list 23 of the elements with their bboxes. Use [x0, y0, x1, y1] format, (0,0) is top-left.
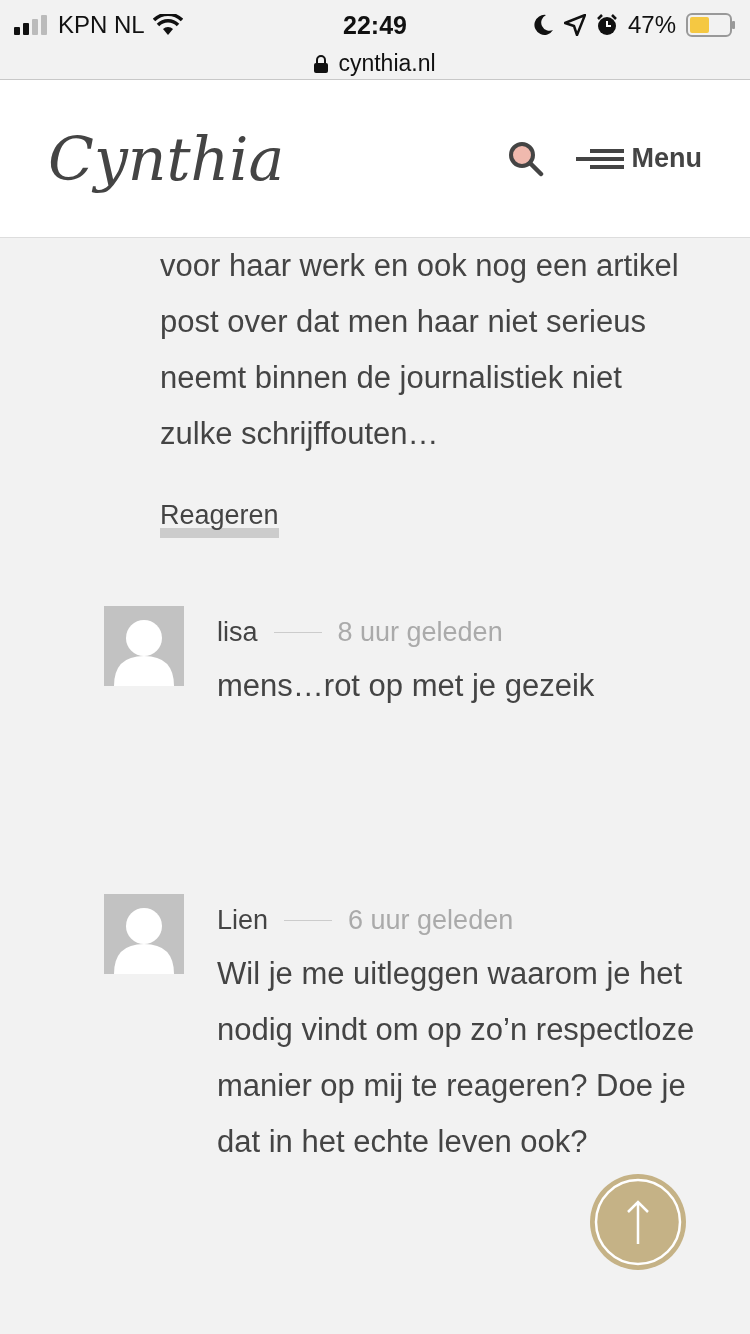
menu-icon — [575, 147, 624, 170]
comment-text: mens…rot op met je gezeik — [217, 667, 596, 705]
lock-icon — [314, 54, 329, 73]
comment-author: Lien — [217, 904, 269, 936]
location-arrow-icon — [563, 14, 586, 36]
site-logo[interactable]: Cynthia — [48, 123, 508, 194]
comment-time: 8 uur geleden — [337, 616, 503, 648]
comment-time: 6 uur geleden — [348, 904, 514, 936]
comment-text: Wil je me uitleggen waarom je het nodig vindt om op zo’n respectloze manier op mij te reageren? Doe je dat in het echte leven ook? — [217, 955, 696, 1161]
moon-icon — [533, 14, 554, 36]
address-bar[interactable]: cynthia.nl — [314, 50, 436, 77]
comment-text: voor haar werk en ook nog een artikel post over dat men haar niet serieus neemt binnen de journalistiek niet zulke schrijffouten… — [160, 247, 680, 453]
carrier-name: KPN NL — [58, 11, 145, 39]
comment-author: lisa — [217, 616, 258, 648]
alarm-clock-icon — [595, 14, 618, 36]
battery-percentage: 47% — [627, 11, 676, 39]
signal-icon — [14, 15, 50, 35]
battery-icon — [686, 13, 736, 37]
wifi-icon — [152, 14, 183, 36]
clock: 22:49 — [342, 10, 408, 40]
menu-button[interactable]: Menu — [575, 143, 702, 174]
search-icon[interactable] — [507, 140, 544, 177]
reply-link[interactable]: Reageren — [160, 502, 279, 538]
